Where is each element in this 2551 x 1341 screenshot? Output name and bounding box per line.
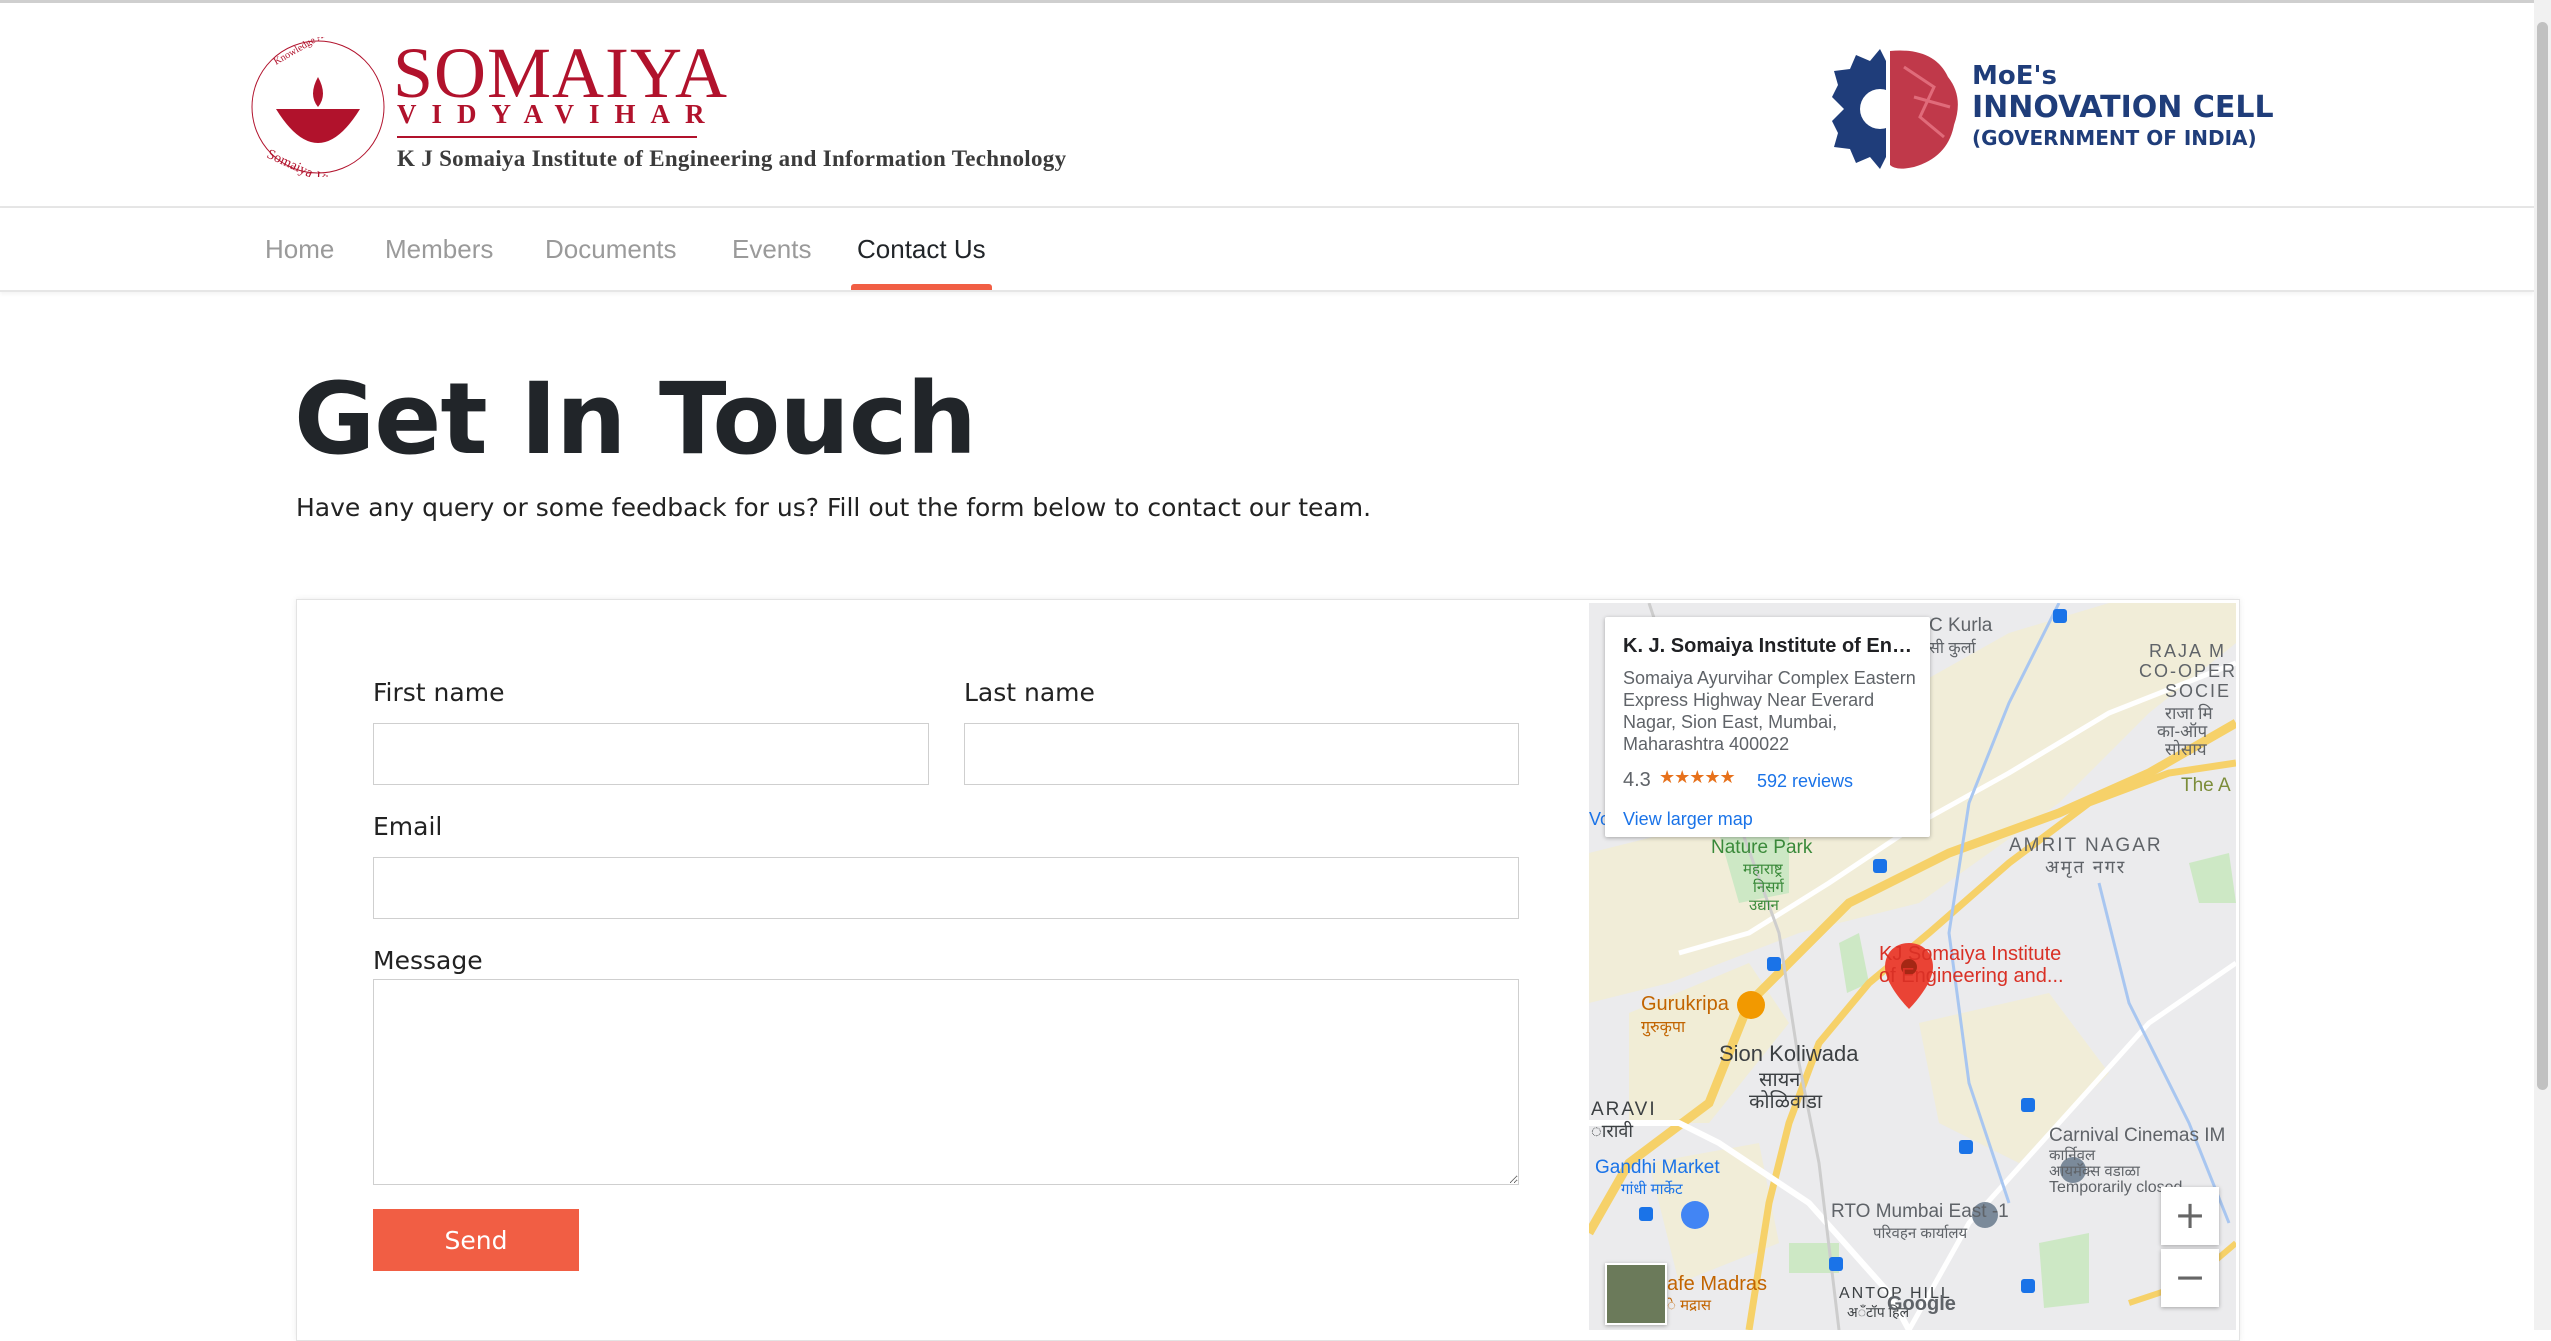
- map-label-sosa-mr: सोसाय: [2165, 740, 2207, 759]
- map-label-nature-mr2: निसर्ग: [1753, 879, 1784, 896]
- brand-divider: [397, 136, 697, 138]
- map-label-carnival-mr2: आयमॅक्स वडाळा: [2049, 1163, 2140, 1180]
- nav-home[interactable]: Home: [265, 208, 334, 290]
- google-map[interactable]: C Kurla सी कुर्ला RAJA M CO-OPER SOCIE र…: [1589, 603, 2236, 1330]
- map-label-gandhi-mr: गांधी मार्केट: [1621, 1181, 1683, 1198]
- rating-stars-icon: ★★★★★: [1659, 767, 1736, 787]
- map-label-gandhi: Gandhi Market: [1595, 1157, 1720, 1178]
- site-header: Knowledge Alone Liberates Somaiya Vidyav…: [0, 3, 2534, 208]
- map-label-amrit-mr: अमृत नगर: [2045, 857, 2127, 877]
- last-name-label: Last name: [964, 678, 1095, 707]
- svg-text:Somaiya Vidyavihar: Somaiya Vidyavihar: [264, 147, 374, 177]
- map-label-cafe-mr: े मद्रास: [1667, 1297, 1712, 1314]
- map-info-card: K. J. Somaiya Institute of Engi... Somai…: [1605, 617, 1930, 837]
- institute-name: K J Somaiya Institute of Engineering and…: [397, 146, 1067, 171]
- zoom-out-button[interactable]: −: [2161, 1249, 2219, 1307]
- map-label-rto: RTO Mumbai East -1: [1831, 1201, 2009, 1222]
- innovation-cell-text: MoE's INNOVATION CELL (GOVERNMENT OF IND…: [1972, 61, 2274, 151]
- map-label-nature-mr3: उद्यान: [1749, 897, 1779, 914]
- first-name-label: First name: [373, 678, 505, 707]
- map-label-kurla-mr: सी कुर्ला: [1929, 640, 1976, 657]
- map-label-kurla: C Kurla: [1929, 615, 1993, 636]
- nav-members[interactable]: Members: [385, 208, 493, 290]
- map-label-aravi-mr: ारावी: [1591, 1121, 1634, 1141]
- nav-contact-us[interactable]: Contact Us: [851, 208, 992, 290]
- map-label-sion: Sion Koliwada: [1719, 1041, 1859, 1066]
- map-label-coop: CO-OPER: [2139, 661, 2236, 681]
- map-label-sion-mr2: कोळिवाडा: [1749, 1091, 1823, 1113]
- satellite-toggle-thumbnail[interactable]: [1605, 1263, 1667, 1325]
- map-pin-label-1: KJ Somaiya Institute: [1879, 943, 2062, 965]
- message-label: Message: [373, 946, 483, 975]
- send-button[interactable]: Send: [373, 1209, 579, 1271]
- map-label-aravi: ARAVI: [1591, 1099, 1657, 1120]
- map-label-raja: RAJA M: [2149, 641, 2227, 661]
- nav-events[interactable]: Events: [732, 208, 812, 290]
- map-label-carnival: Carnival Cinemas IM: [2049, 1125, 2226, 1146]
- map-label-soci: SOCIE: [2165, 681, 2232, 701]
- page-title: Get In Touch: [294, 362, 977, 477]
- moe-line3: (GOVERNMENT OF INDIA): [1972, 126, 2257, 150]
- moe-line2: INNOVATION CELL: [1972, 90, 2274, 125]
- map-label-gurukripa: Gurukripa: [1641, 993, 1729, 1015]
- message-field[interactable]: [373, 979, 1519, 1185]
- brand-subtitle: VIDYAVIHAR: [397, 99, 720, 129]
- moe-line1: MoE's: [1972, 61, 2057, 91]
- main-nav: Home Members Documents Events Contact Us: [0, 208, 2534, 292]
- page-scrollbar[interactable]: [2534, 0, 2551, 1330]
- email-label: Email: [373, 812, 443, 841]
- map-pin-label-2: of Engineering and...: [1879, 965, 2064, 987]
- page-lead: Have any query or some feedback for us? …: [296, 493, 1372, 522]
- first-name-field[interactable]: [373, 723, 929, 785]
- map-label-nature-mr1: महाराष्ट्र: [1743, 861, 1783, 878]
- map-label-nature-park: Nature Park: [1711, 837, 1813, 858]
- map-place-title: K. J. Somaiya Institute of Engi...: [1623, 635, 1923, 657]
- scrollbar-thumb[interactable]: [2537, 22, 2548, 1090]
- map-rating-value: 4.3: [1623, 769, 1651, 791]
- map-label-gurukripa-mr: गुरुकृपा: [1641, 1019, 1686, 1036]
- email-field[interactable]: [373, 857, 1519, 919]
- last-name-field[interactable]: [964, 723, 1519, 785]
- nav-documents[interactable]: Documents: [545, 208, 677, 290]
- map-reviews-link[interactable]: 592 reviews: [1757, 771, 1853, 792]
- zoom-in-button[interactable]: +: [2161, 1187, 2219, 1245]
- map-label-amrit: AMRIT NAGAR: [2009, 835, 2163, 856]
- map-label-rto-mr: परिवहन कार्यालय: [1873, 1225, 1968, 1242]
- somaiya-seal-logo[interactable]: Knowledge Alone Liberates Somaiya Vidyav…: [248, 37, 388, 177]
- map-place-address: Somaiya Ayurvihar Complex Eastern Expres…: [1623, 668, 1916, 754]
- map-label-cafe: afe Madras: [1667, 1273, 1768, 1295]
- map-label-the-a: The A: [2181, 775, 2231, 796]
- google-logo: Google: [1887, 1293, 1956, 1315]
- view-larger-map-link[interactable]: View larger map: [1623, 809, 1753, 830]
- innovation-cell-brain-logo[interactable]: [1824, 47, 1964, 171]
